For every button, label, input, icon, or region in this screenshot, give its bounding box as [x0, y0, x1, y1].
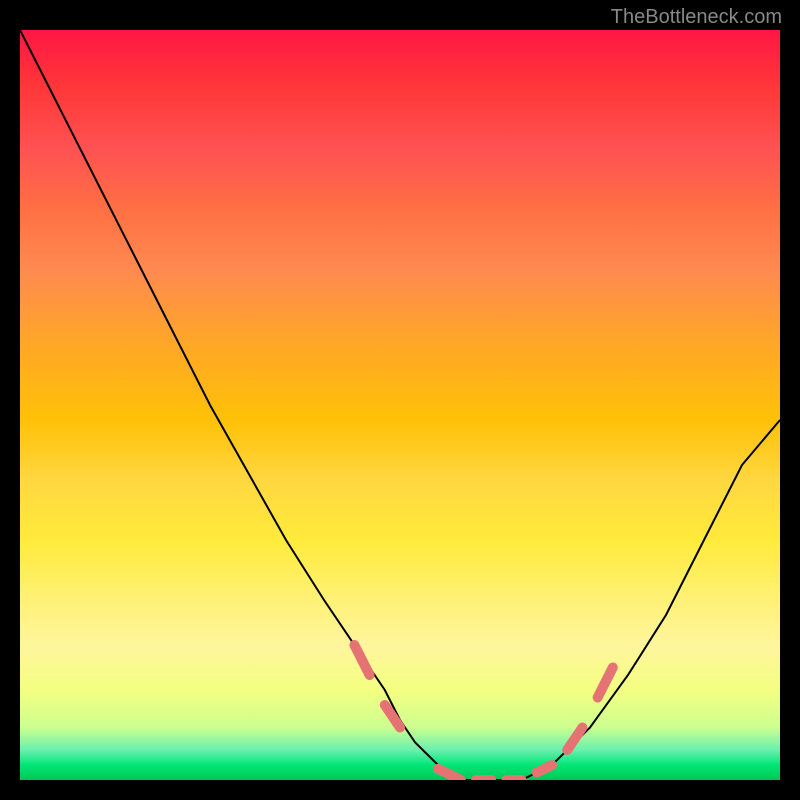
- chart-container: TheBottleneck.com: [0, 0, 800, 800]
- marker-segment: [567, 728, 582, 751]
- marker-segment: [537, 765, 552, 773]
- marker-segment: [438, 769, 461, 780]
- marker-group: [354, 645, 612, 780]
- bottleneck-curve-path: [20, 30, 780, 780]
- chart-svg: [20, 30, 780, 780]
- plot-area: [20, 30, 780, 780]
- marker-segment: [385, 705, 400, 728]
- marker-segment: [598, 668, 613, 698]
- attribution-label: TheBottleneck.com: [611, 6, 782, 29]
- marker-segment: [354, 645, 369, 675]
